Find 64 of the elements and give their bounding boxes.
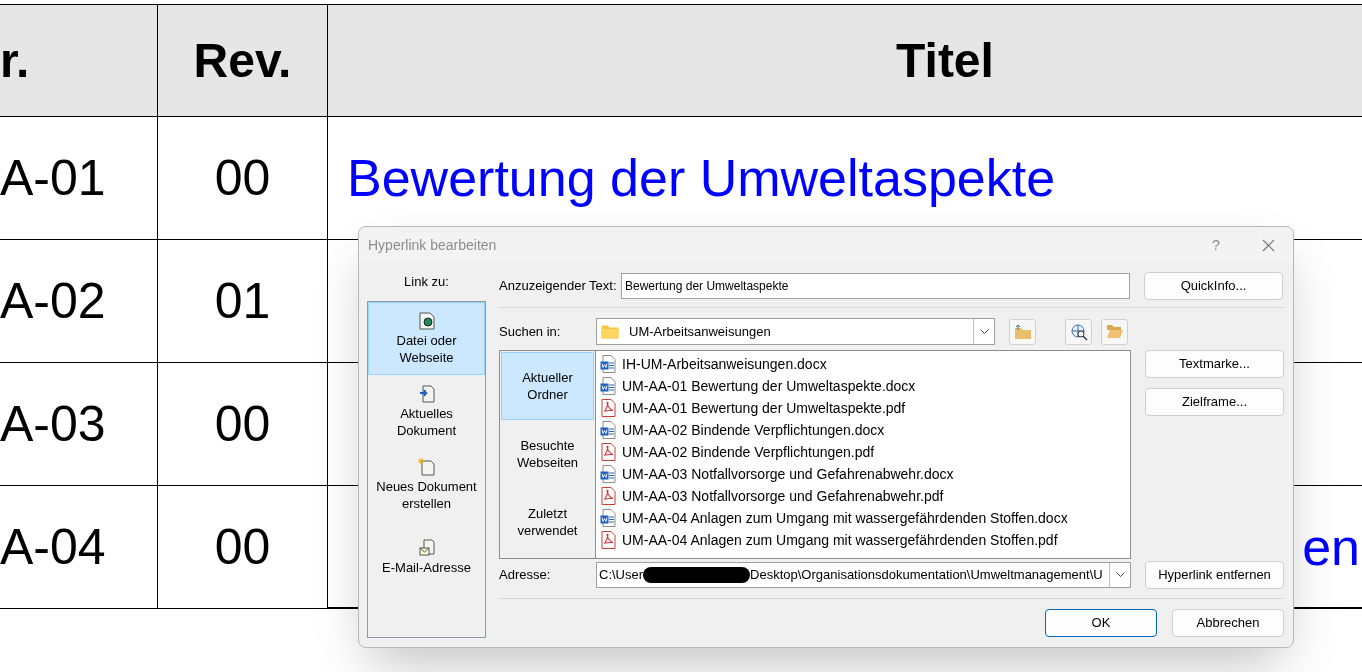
quickinfo-button[interactable]: QuickInfo...	[1144, 272, 1283, 300]
word-file-icon	[600, 421, 616, 439]
close-icon[interactable]	[1262, 238, 1275, 252]
web-search-button[interactable]	[1065, 318, 1092, 345]
link-type-item[interactable]: Aktuelles Dokument	[368, 375, 485, 448]
address-field[interactable]: C:\User Desktop\Organisationsdokumentation\Umweltmanagement\U	[596, 562, 1131, 588]
table-cell: A-01	[0, 117, 158, 240]
pdf-file-icon	[600, 487, 616, 505]
pdf-file-icon	[600, 443, 616, 461]
pdf-file-icon	[600, 531, 616, 549]
chevron-down-icon	[979, 328, 989, 335]
look-in-label: Suchen in:	[499, 322, 562, 341]
file-item[interactable]: IH-UM-Arbeitsanweisungen.docx	[600, 353, 1130, 375]
window-title: Hyperlink bearbeiten	[368, 235, 498, 255]
dialog-button[interactable]: Textmarke...	[1145, 350, 1284, 378]
column-header: Titel	[328, 5, 1362, 117]
link-to-label: Link zu:	[403, 273, 450, 292]
folder-icon	[601, 324, 619, 339]
ok-button[interactable]: OK	[1045, 609, 1157, 637]
remove-hyperlink-button[interactable]: Hyperlink entfernen	[1145, 561, 1284, 589]
word-file-icon	[600, 377, 616, 395]
link-text[interactable]: Bewertung der Umweltaspekte	[347, 139, 1056, 217]
cancel-button[interactable]: Abbrechen	[1172, 609, 1284, 637]
link-type-item[interactable]: Datei oder Webseite	[368, 302, 485, 375]
file-item[interactable]: UM-AA-03 Notfallvorsorge und Gefahrenabwehr.pdf	[600, 485, 1130, 507]
file-item[interactable]: UM-AA-04 Anlagen zum Umgang mit wassergefährdenden Stoffen.docx	[600, 507, 1130, 529]
file-item[interactable]: UM-AA-02 Bindende Verpflichtungen.docx	[600, 419, 1130, 441]
display-text-field[interactable]: Bewertung der Umweltaspekte	[621, 273, 1130, 299]
link-type-item[interactable]: Neues Dokument erstellen	[368, 448, 485, 521]
folder-up-icon	[1013, 323, 1032, 340]
new-document-icon	[418, 457, 435, 476]
display-text-label: Anzuzeigender Text:	[499, 277, 618, 296]
link-text[interactable]: en	[1302, 507, 1360, 586]
globe-search-icon	[1069, 322, 1088, 341]
table-cell: A-03	[0, 363, 158, 486]
browse-nav-item[interactable]: Zuletzt verwendet	[501, 488, 594, 556]
chevron-down-icon	[1115, 572, 1125, 578]
document-arrow-icon	[418, 384, 435, 403]
document-envelope-icon	[418, 539, 435, 557]
column-header: r.	[0, 5, 158, 117]
table-cell: 00	[158, 363, 328, 486]
table-cell: 00	[158, 486, 328, 609]
file-item[interactable]: UM-AA-01 Bewertung der Umweltaspekte.docx	[600, 375, 1130, 397]
browse-nav-item[interactable]: Besuchte Webseiten	[501, 420, 594, 488]
file-item[interactable]: UM-AA-02 Bindende Verpflichtungen.pdf	[600, 441, 1130, 463]
table-cell: A-04	[0, 486, 158, 609]
column-header: Rev.	[158, 5, 328, 117]
file-item[interactable]: UM-AA-04 Anlagen zum Umgang mit wassergefährdenden Stoffen.pdf	[600, 529, 1130, 551]
address-label: Adresse:	[499, 566, 552, 585]
word-file-icon	[600, 465, 616, 483]
table-cell: 00	[158, 117, 328, 240]
word-file-icon	[600, 355, 616, 373]
file-item[interactable]: UM-AA-03 Notfallvorsorge und Gefahrenabwehr.docx	[600, 463, 1130, 485]
table-cell: 01	[158, 240, 328, 363]
open-folder-icon	[1105, 324, 1124, 339]
look-in-dropdown[interactable]: UM-Arbeitsanweisungen	[596, 318, 995, 345]
browse-nav-item[interactable]: Aktueller Ordner	[501, 352, 594, 420]
file-item[interactable]: UM-AA-01 Bewertung der Umweltaspekte.pdf	[600, 397, 1130, 419]
document-globe-icon	[418, 311, 435, 330]
dialog-button[interactable]: Zielframe...	[1145, 388, 1284, 416]
link-type-item[interactable]: E-Mail-Adresse	[368, 521, 485, 594]
pdf-file-icon	[600, 399, 616, 417]
table-cell: A-02	[0, 240, 158, 363]
word-file-icon	[600, 509, 616, 527]
